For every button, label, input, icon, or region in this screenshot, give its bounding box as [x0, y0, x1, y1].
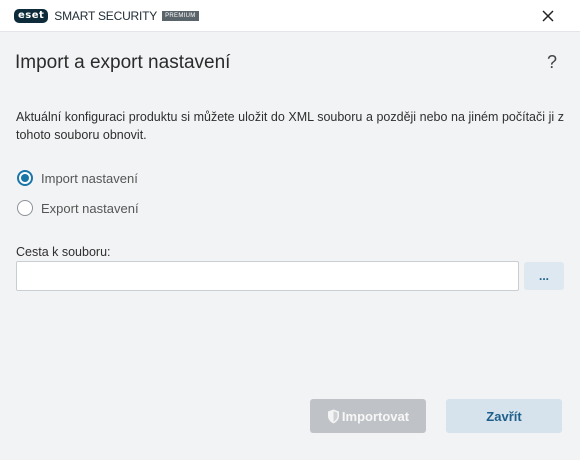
app-logo: eset SMART SECURITY PREMIUM	[14, 9, 199, 23]
browse-button[interactable]: ...	[524, 262, 564, 290]
title-bar: eset SMART SECURITY PREMIUM	[0, 0, 580, 32]
export-option-label: Export nastavení	[41, 200, 139, 216]
shield-icon	[327, 409, 340, 424]
export-radio[interactable]	[17, 200, 33, 216]
file-path-input[interactable]	[16, 261, 519, 291]
import-button-label: Importovat	[341, 408, 410, 424]
eset-logo: eset	[14, 9, 49, 23]
description-text: Aktuální konfiguraci produktu si můžete …	[16, 110, 564, 142]
path-label: Cesta k souboru:	[16, 245, 111, 259]
export-option[interactable]: Export nastavení	[17, 200, 139, 216]
dialog-title: Import a export nastavení	[15, 52, 231, 73]
import-radio[interactable]	[17, 170, 33, 186]
import-button[interactable]: Importovat	[310, 399, 426, 433]
close-dialog-button[interactable]: Zavřít	[446, 399, 562, 433]
close-dialog-button-label: Zavřít	[486, 408, 522, 424]
help-button[interactable]: ?	[547, 52, 557, 73]
edition-badge: PREMIUM	[162, 11, 199, 21]
close-button[interactable]	[538, 6, 558, 26]
close-icon	[542, 10, 554, 22]
product-name: SMART SECURITY	[54, 9, 158, 23]
import-option-label: Import nastavení	[41, 170, 138, 186]
import-option[interactable]: Import nastavení	[17, 170, 138, 186]
